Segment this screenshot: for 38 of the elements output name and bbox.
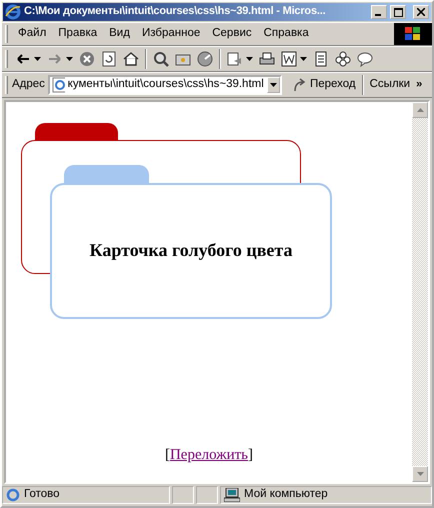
menu-item[interactable]: Вид (103, 26, 136, 42)
menu-item[interactable]: Избранное (136, 26, 206, 42)
status-text: Готово (24, 488, 60, 502)
scroll-up-button[interactable] (412, 102, 428, 118)
windows-logo-icon (394, 23, 432, 45)
page-icon (52, 77, 65, 93)
up-arrow-icon (416, 108, 424, 112)
window-title: C:\Мои документы\intuit\courses\css\hs~39.html - Micros... (24, 5, 326, 19)
rearrange-link[interactable]: Переложить (170, 447, 248, 463)
go-button[interactable]: Переход (290, 78, 359, 92)
card-title: Карточка голубого цвета (90, 240, 292, 262)
menu-item[interactable]: Сервис (206, 26, 258, 42)
more-chevron[interactable]: » (416, 78, 422, 92)
computer-icon (224, 488, 240, 502)
curved-arrow-icon (292, 78, 307, 92)
menu-item[interactable]: Справка (258, 26, 315, 42)
minimize-button[interactable] (371, 5, 387, 19)
bracket-text: ] (248, 447, 254, 463)
close-button[interactable] (413, 5, 429, 19)
address-text: кументы\intuit\courses\css\hs~39.html (68, 78, 264, 92)
close-icon (417, 8, 425, 16)
address-label: Адрес (12, 78, 45, 92)
status-panel (172, 486, 194, 504)
links-button[interactable]: Ссылки (366, 78, 414, 92)
zone-text: Мой компьютер (244, 488, 328, 502)
bracket-text: [ (164, 447, 170, 463)
dropdown-button[interactable] (266, 77, 280, 93)
caret-icon (270, 83, 277, 87)
down-arrow-icon (416, 472, 424, 476)
browser-icon (6, 488, 20, 502)
scroll-down-button[interactable] (412, 466, 428, 482)
browser-icon (5, 4, 21, 20)
status-panel (196, 486, 218, 504)
maximize-button[interactable] (390, 5, 406, 19)
address-field[interactable]: кументы\intuit\courses\css\hs~39.html (48, 75, 282, 95)
menu-item[interactable]: Правка (52, 26, 104, 42)
menu-item[interactable]: Файл (12, 26, 52, 42)
maximize-icon (394, 8, 402, 16)
